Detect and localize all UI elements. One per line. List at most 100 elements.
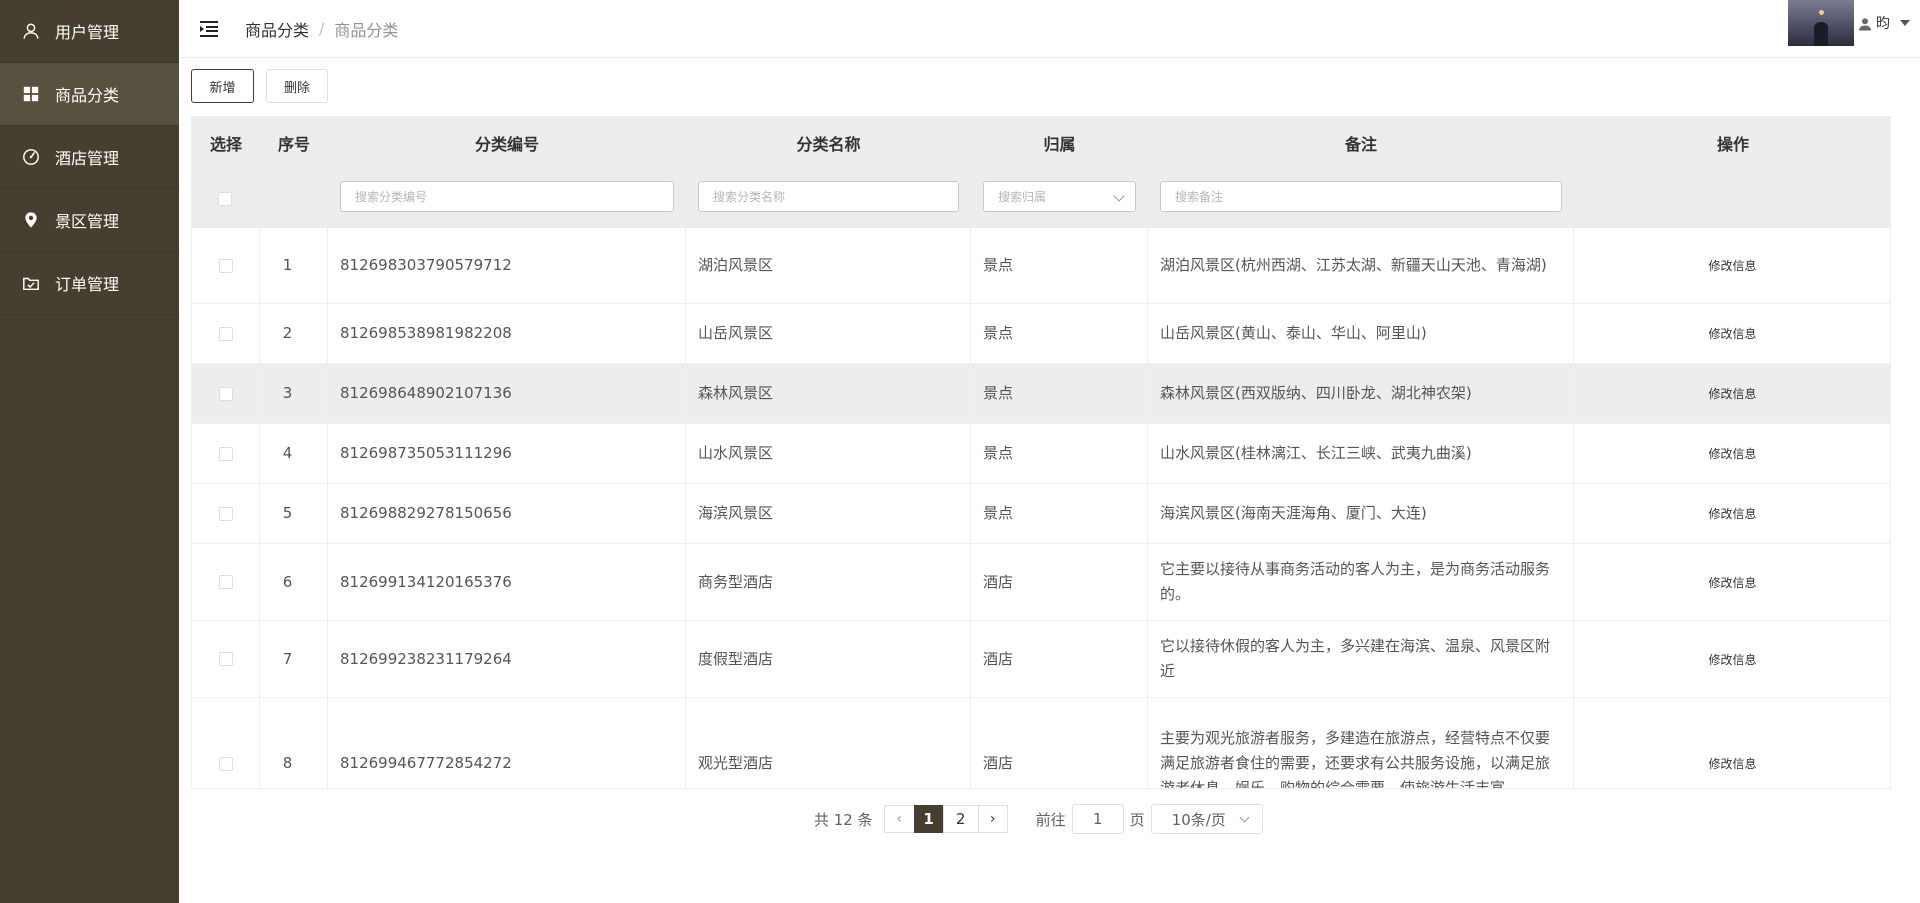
row-index-text: 2	[282, 324, 293, 342]
sidebar-item-label: 景区管理	[55, 212, 120, 231]
row-checkbox[interactable]	[218, 506, 233, 521]
prev-page-button[interactable]: ‹	[883, 805, 915, 833]
sidebar-item-scenic-management[interactable]: 景区管理	[0, 189, 179, 252]
row-index-text: 1	[282, 256, 293, 274]
action-cell: 修改信息	[1574, 621, 1890, 697]
column-header-select: 选择	[209, 135, 242, 154]
table-row[interactable]: 8 812699467772854272 观光型酒店 酒店 主要为观光旅游者服务，多建造…	[192, 698, 1890, 789]
category-belong: 景点	[971, 304, 1148, 363]
breadcrumb-item[interactable]: 商品分类	[245, 17, 309, 41]
row-index: 8	[260, 698, 328, 788]
category-name: 湖泊风景区	[686, 228, 971, 303]
page-size-select[interactable]: 10条/页	[1150, 804, 1263, 834]
category-remark-text: 山水风景区(桂林漓江、长江三峡、武夷九曲溪)	[1160, 444, 1472, 462]
breadcrumb: 商品分类 / 商品分类	[245, 17, 398, 41]
table-row[interactable]: 2 812698538981982208 山岳风景区 景点 山岳风景区(黄山、泰山、华山…	[192, 304, 1890, 364]
category-belong-text: 景点	[983, 444, 1014, 462]
category-code: 812699238231179264	[328, 621, 686, 697]
table-row[interactable]: 4 812698735053111296 山水风景区 景点 山水风景区(桂林漓江、长江三…	[192, 424, 1890, 484]
edit-info-link[interactable]: 修改信息	[1708, 505, 1756, 522]
category-belong-text: 景点	[983, 256, 1014, 274]
category-name-text: 商务型酒店	[698, 572, 774, 591]
row-checkbox[interactable]	[218, 386, 233, 401]
category-code-text: 812698538981982208	[340, 324, 512, 342]
category-belong-text: 景点	[983, 384, 1014, 402]
table-row[interactable]: 6 812699134120165376 商务型酒店 酒店 它主要以接待从事商务活动的客…	[192, 544, 1890, 621]
category-code-text: 812698303790579712	[340, 256, 512, 274]
sidebar-item-order-management[interactable]: 订单管理	[0, 252, 179, 315]
row-checkbox[interactable]	[218, 652, 233, 666]
category-remark-text: 海滨风景区(海南天涯海角、厦门、大连)	[1160, 504, 1427, 522]
breadcrumb-separator: /	[319, 19, 325, 38]
edit-info-link[interactable]: 修改信息	[1708, 257, 1756, 274]
sidebar-item-product-category[interactable]: 商品分类	[0, 63, 179, 126]
select-cell	[192, 698, 260, 788]
select-cell	[192, 228, 260, 303]
category-belong-text: 酒店	[983, 754, 1014, 772]
code-search-input[interactable]: 搜索分类编号	[340, 181, 674, 212]
row-checkbox[interactable]	[218, 446, 233, 461]
category-remark: 山水风景区(桂林漓江、长江三峡、武夷九曲溪)	[1148, 424, 1574, 483]
row-index-text: 7	[282, 649, 293, 668]
table-row[interactable]: 3 812698648902107136 森林风景区 景点 森林风景区(西双版纳、四川卧…	[192, 364, 1890, 424]
add-button[interactable]: 新增	[191, 69, 254, 103]
row-checkbox[interactable]	[218, 756, 233, 771]
edit-info-link[interactable]: 修改信息	[1708, 574, 1756, 591]
belong-search-select[interactable]: 搜索归属	[983, 181, 1136, 212]
table-row[interactable]: 1 812698303790579712 湖泊风景区 景点 湖泊风景区(杭州西湖、江苏太…	[192, 228, 1890, 304]
edit-info-link[interactable]: 修改信息	[1708, 755, 1756, 772]
remark-search-input[interactable]: 搜索备注	[1160, 181, 1562, 212]
page-2-button[interactable]: 2	[942, 805, 979, 833]
page-1-button[interactable]: 1	[913, 805, 944, 833]
sidebar-item-user-management[interactable]: 用户管理	[0, 0, 179, 63]
edit-info-link[interactable]: 修改信息	[1708, 325, 1756, 342]
name-search-input[interactable]: 搜索分类名称	[698, 181, 959, 212]
edit-info-link[interactable]: 修改信息	[1708, 445, 1756, 462]
category-code: 812699467772854272	[328, 698, 686, 788]
category-code: 812698829278150656	[328, 484, 686, 543]
pagination: 共 12 条 ‹ 1 2 › 前往 1 页 10条/页	[814, 803, 1263, 835]
category-belong: 景点	[971, 424, 1148, 483]
category-name: 森林风景区	[686, 364, 971, 423]
goto-page-input[interactable]: 1	[1071, 804, 1124, 834]
menu-fold-icon[interactable]	[199, 18, 221, 40]
category-remark: 它以接待休假的客人为主，多兴建在海滨、温泉、风景区附近	[1148, 621, 1574, 697]
row-index: 2	[260, 304, 328, 363]
category-remark: 湖泊风景区(杭州西湖、江苏太湖、新疆天山天池、青海湖)	[1148, 228, 1574, 303]
row-checkbox[interactable]	[218, 575, 233, 589]
row-index-text: 8	[282, 754, 293, 772]
next-page-button[interactable]: ›	[977, 805, 1008, 833]
category-remark: 森林风景区(西双版纳、四川卧龙、湖北神农架)	[1148, 364, 1574, 423]
category-name-text: 度假型酒店	[698, 649, 774, 668]
edit-info-link[interactable]: 修改信息	[1708, 651, 1756, 668]
table-row[interactable]: 5 812698829278150656 海滨风景区 景点 海滨风景区(海南天涯海角、厦…	[192, 484, 1890, 544]
row-checkbox[interactable]	[218, 258, 233, 273]
avatar[interactable]	[1788, 0, 1854, 46]
category-belong: 景点	[971, 484, 1148, 543]
select-cell	[192, 364, 260, 423]
category-belong: 酒店	[971, 621, 1148, 697]
delete-button[interactable]: 删除	[266, 69, 328, 103]
row-index: 3	[260, 364, 328, 423]
user-menu[interactable]: 昀	[1788, 0, 1910, 46]
user-name[interactable]: 昀	[1876, 13, 1890, 33]
total-count: 共 12 条	[814, 810, 873, 829]
category-name-text: 森林风景区	[698, 384, 774, 402]
row-index-text: 4	[282, 444, 293, 462]
category-name-text: 山岳风景区	[698, 324, 774, 342]
category-belong-text: 景点	[983, 324, 1014, 342]
caret-down-icon[interactable]	[1900, 20, 1910, 26]
category-code-text: 812699238231179264	[340, 649, 512, 668]
category-code-text: 812699467772854272	[340, 754, 512, 772]
edit-info-link[interactable]: 修改信息	[1708, 385, 1756, 402]
category-code-text: 812699134120165376	[340, 572, 512, 591]
order-box-icon	[21, 273, 41, 293]
row-checkbox[interactable]	[218, 326, 233, 341]
sidebar-item-hotel-management[interactable]: 酒店管理	[0, 126, 179, 189]
category-code: 812698303790579712	[328, 228, 686, 303]
column-header-index: 序号	[277, 135, 310, 154]
category-name: 度假型酒店	[686, 621, 971, 697]
table-row[interactable]: 7 812699238231179264 度假型酒店 酒店 它以接待休假的客人为主，多兴…	[192, 621, 1890, 698]
select-all-checkbox[interactable]	[218, 192, 232, 206]
category-remark-text: 主要为观光旅游者服务，多建造在旅游点，经营特点不仅要满足旅游者食住的需要，还要求…	[1160, 729, 1551, 789]
